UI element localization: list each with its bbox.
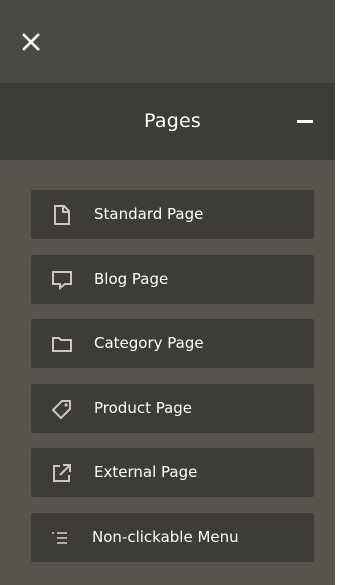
- menu-item-product-page[interactable]: Product Page: [31, 383, 314, 433]
- menu-item-external-page[interactable]: External Page: [31, 448, 314, 497]
- menu-item-standard-page[interactable]: Standard Page: [31, 190, 314, 239]
- menu-item-label: External Page: [94, 463, 198, 481]
- close-button[interactable]: [19, 30, 45, 56]
- menu-item-label: Blog Page: [94, 269, 169, 288]
- document-icon: [51, 204, 73, 226]
- minus-icon[interactable]: [297, 120, 313, 123]
- page-type-list: Standard Page Blog Page Category Page Pr…: [31, 190, 314, 577]
- folder-icon: [51, 333, 73, 355]
- menu-item-label: Category Page: [94, 334, 204, 352]
- indented-list-icon: [49, 527, 71, 549]
- tag-icon: [51, 398, 73, 420]
- section-title: Pages: [144, 110, 201, 132]
- menu-item-label: Non-clickable Menu: [92, 527, 239, 546]
- menu-item-blog-page[interactable]: Blog Page: [31, 254, 314, 304]
- menu-item-label: Product Page: [94, 398, 193, 417]
- close-icon: [22, 33, 40, 51]
- pages-section-header[interactable]: Pages: [0, 83, 335, 160]
- menu-item-non-clickable-menu[interactable]: Non-clickable Menu: [31, 512, 314, 562]
- panel-topbar: [0, 0, 335, 83]
- menu-item-label: Standard Page: [94, 205, 204, 223]
- external-link-icon: [51, 462, 73, 484]
- speech-bubble-icon: [51, 269, 73, 291]
- pages-panel: Pages Standard Page Blog Page Category P…: [0, 0, 335, 585]
- menu-item-category-page[interactable]: Category Page: [31, 319, 314, 368]
